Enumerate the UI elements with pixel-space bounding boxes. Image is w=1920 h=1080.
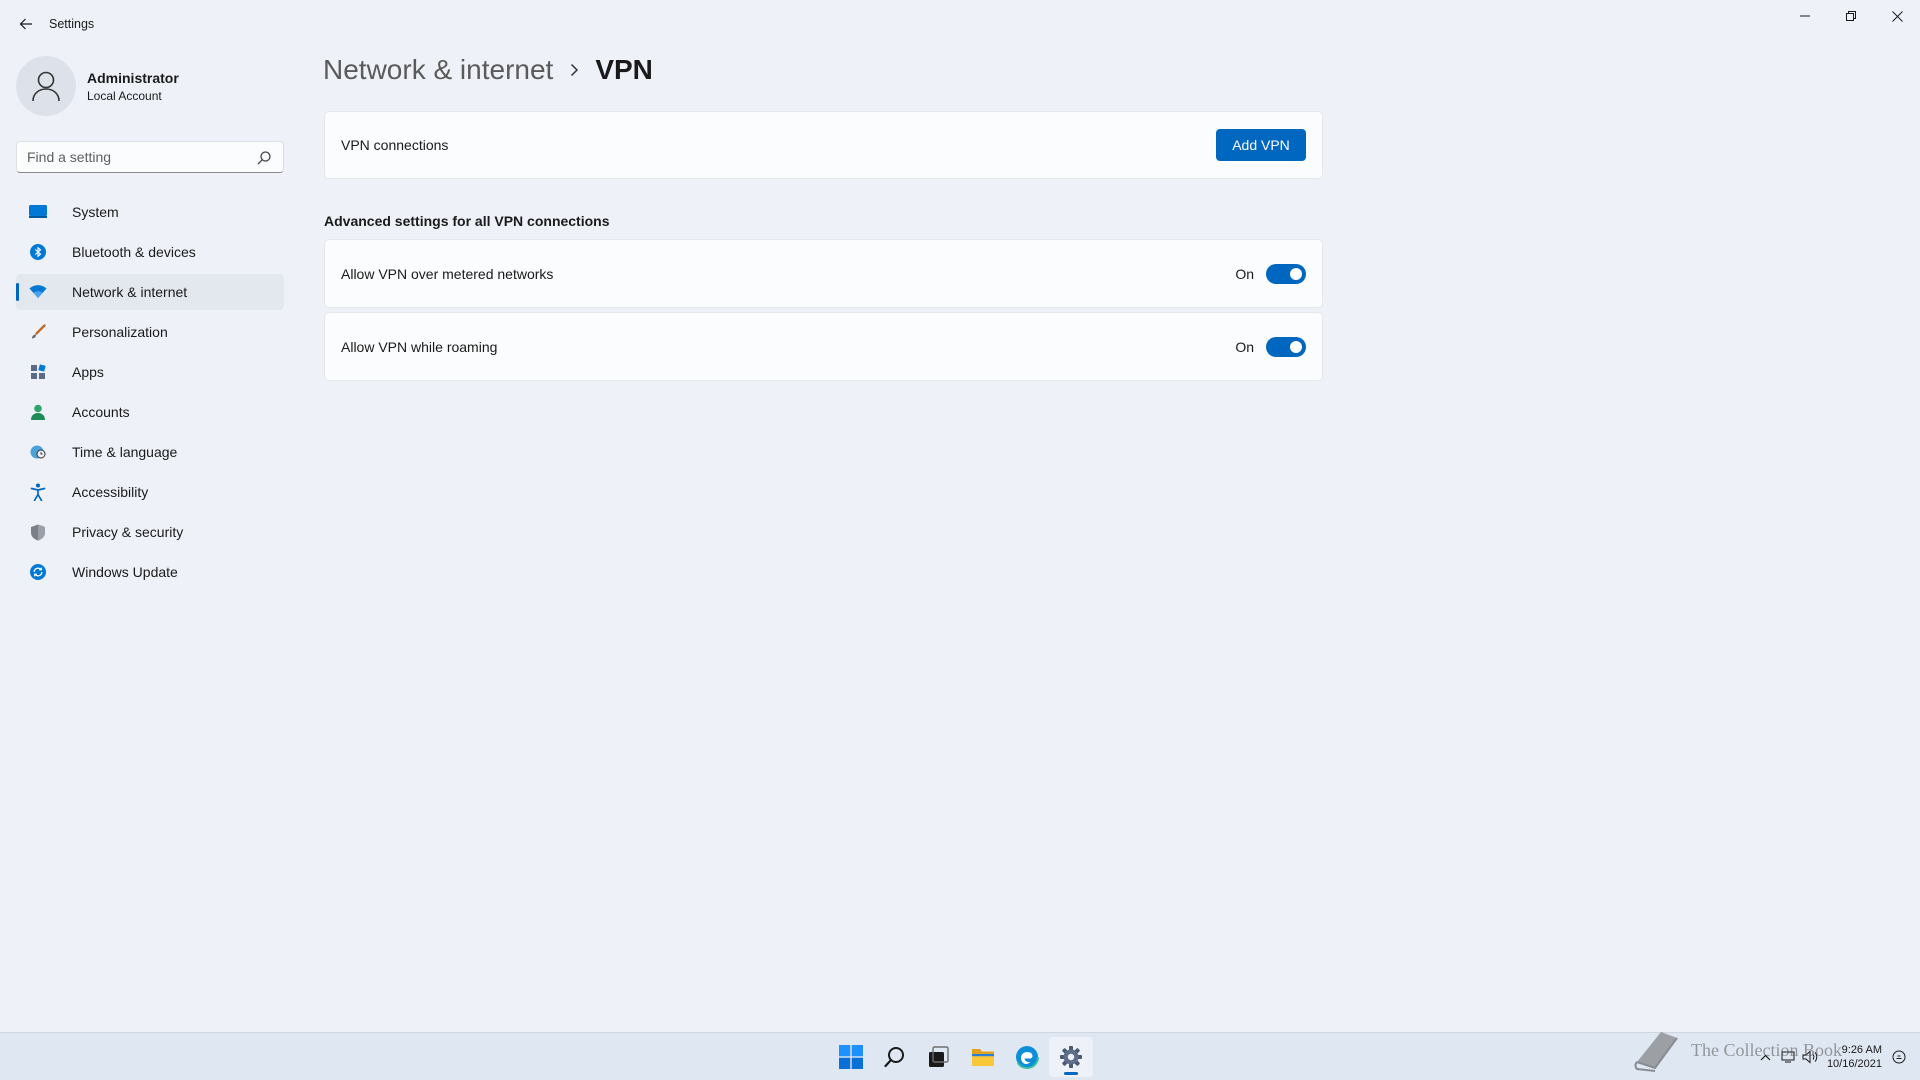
sidebar-item-accounts[interactable]: Accounts <box>16 394 284 430</box>
start-button[interactable] <box>829 1037 873 1077</box>
toggle-state-roaming: On <box>1235 338 1254 355</box>
setting-label-metered: Allow VPN over metered networks <box>341 265 554 282</box>
file-explorer-button[interactable] <box>961 1037 1005 1077</box>
book-logo-icon <box>1634 1032 1678 1072</box>
user-icon <box>32 71 60 102</box>
folder-icon <box>972 1049 994 1066</box>
avatar <box>16 56 76 116</box>
globe-clock-icon <box>28 442 48 462</box>
search-box[interactable] <box>16 141 284 173</box>
sidebar-item-privacy-security[interactable]: Privacy & security <box>16 514 284 550</box>
back-arrow-icon <box>19 18 32 30</box>
metered-networks-toggle[interactable] <box>1266 263 1306 284</box>
vpn-connections-card: VPN connections Add VPN <box>324 111 1323 179</box>
title-bar: Settings <box>0 0 1920 48</box>
minimize-icon <box>1800 15 1810 17</box>
profile-name: Administrator <box>87 69 179 86</box>
watermark-text: The Collection Book <box>1691 1039 1842 1060</box>
wifi-icon <box>28 282 48 302</box>
app-title: Settings <box>49 17 95 31</box>
roaming-toggle[interactable] <box>1266 336 1306 357</box>
monitor-icon <box>28 202 48 222</box>
search-icon[interactable] <box>256 150 272 166</box>
apps-icon <box>28 362 48 382</box>
brush-icon <box>28 322 48 342</box>
sidebar-item-time-language[interactable]: Time & language <box>16 434 284 470</box>
close-icon <box>1891 10 1903 22</box>
setting-label-roaming: Allow VPN while roaming <box>341 338 498 355</box>
person-icon <box>28 402 48 422</box>
minimize-button[interactable] <box>1782 0 1828 32</box>
vpn-connections-label: VPN connections <box>341 137 449 153</box>
toggle-state-metered: On <box>1235 265 1254 282</box>
add-vpn-button[interactable]: Add VPN <box>1216 129 1306 161</box>
breadcrumb: Network & internet VPN <box>323 54 653 86</box>
task-view-icon <box>929 1046 949 1067</box>
task-view-button[interactable] <box>917 1037 961 1077</box>
toggle-knob <box>1290 340 1302 353</box>
breadcrumb-parent-link[interactable]: Network & internet <box>323 54 553 86</box>
sidebar-nav: System Bluetooth & devices Network & int… <box>16 194 284 594</box>
setting-row-roaming: Allow VPN while roaming On <box>324 312 1323 381</box>
sidebar-item-accessibility[interactable]: Accessibility <box>16 474 284 510</box>
user-profile[interactable]: Administrator Local Account <box>16 56 179 116</box>
windows-logo-icon <box>839 1045 863 1069</box>
close-button[interactable] <box>1874 0 1920 32</box>
back-button[interactable] <box>12 10 40 38</box>
sidebar-item-system[interactable]: System <box>16 194 284 230</box>
search-input[interactable] <box>17 149 247 165</box>
sidebar-item-apps[interactable]: Apps <box>16 354 284 390</box>
restore-button[interactable] <box>1828 0 1874 32</box>
restore-icon <box>1846 11 1856 21</box>
watermark: The Collection Book <box>1631 1028 1842 1072</box>
profile-account-type: Local Account <box>87 88 162 103</box>
sidebar-item-windows-update[interactable]: Windows Update <box>16 554 284 590</box>
gear-icon <box>1060 1046 1082 1068</box>
bluetooth-icon <box>28 242 48 262</box>
chevron-right-icon <box>569 63 579 77</box>
setting-row-metered: Allow VPN over metered networks On <box>324 239 1323 308</box>
update-icon <box>28 562 48 582</box>
taskbar-apps <box>829 1033 1093 1080</box>
sidebar-item-personalization[interactable]: Personalization <box>16 314 284 350</box>
window-controls <box>1782 0 1920 32</box>
toggle-knob <box>1290 267 1302 280</box>
sidebar-item-bluetooth[interactable]: Bluetooth & devices <box>16 234 284 270</box>
page-title: VPN <box>595 54 653 85</box>
sidebar-item-network[interactable]: Network & internet <box>16 274 284 310</box>
accessibility-icon <box>28 482 48 502</box>
edge-browser-button[interactable] <box>1005 1037 1049 1077</box>
notification-icon[interactable] <box>1888 1046 1910 1068</box>
search-icon <box>884 1047 904 1068</box>
edge-icon <box>1015 1045 1039 1069</box>
advanced-settings-heading: Advanced settings for all VPN connection… <box>324 213 610 229</box>
settings-app-button[interactable] <box>1049 1037 1093 1077</box>
taskbar-search-button[interactable] <box>873 1037 917 1077</box>
shield-icon <box>28 522 48 542</box>
